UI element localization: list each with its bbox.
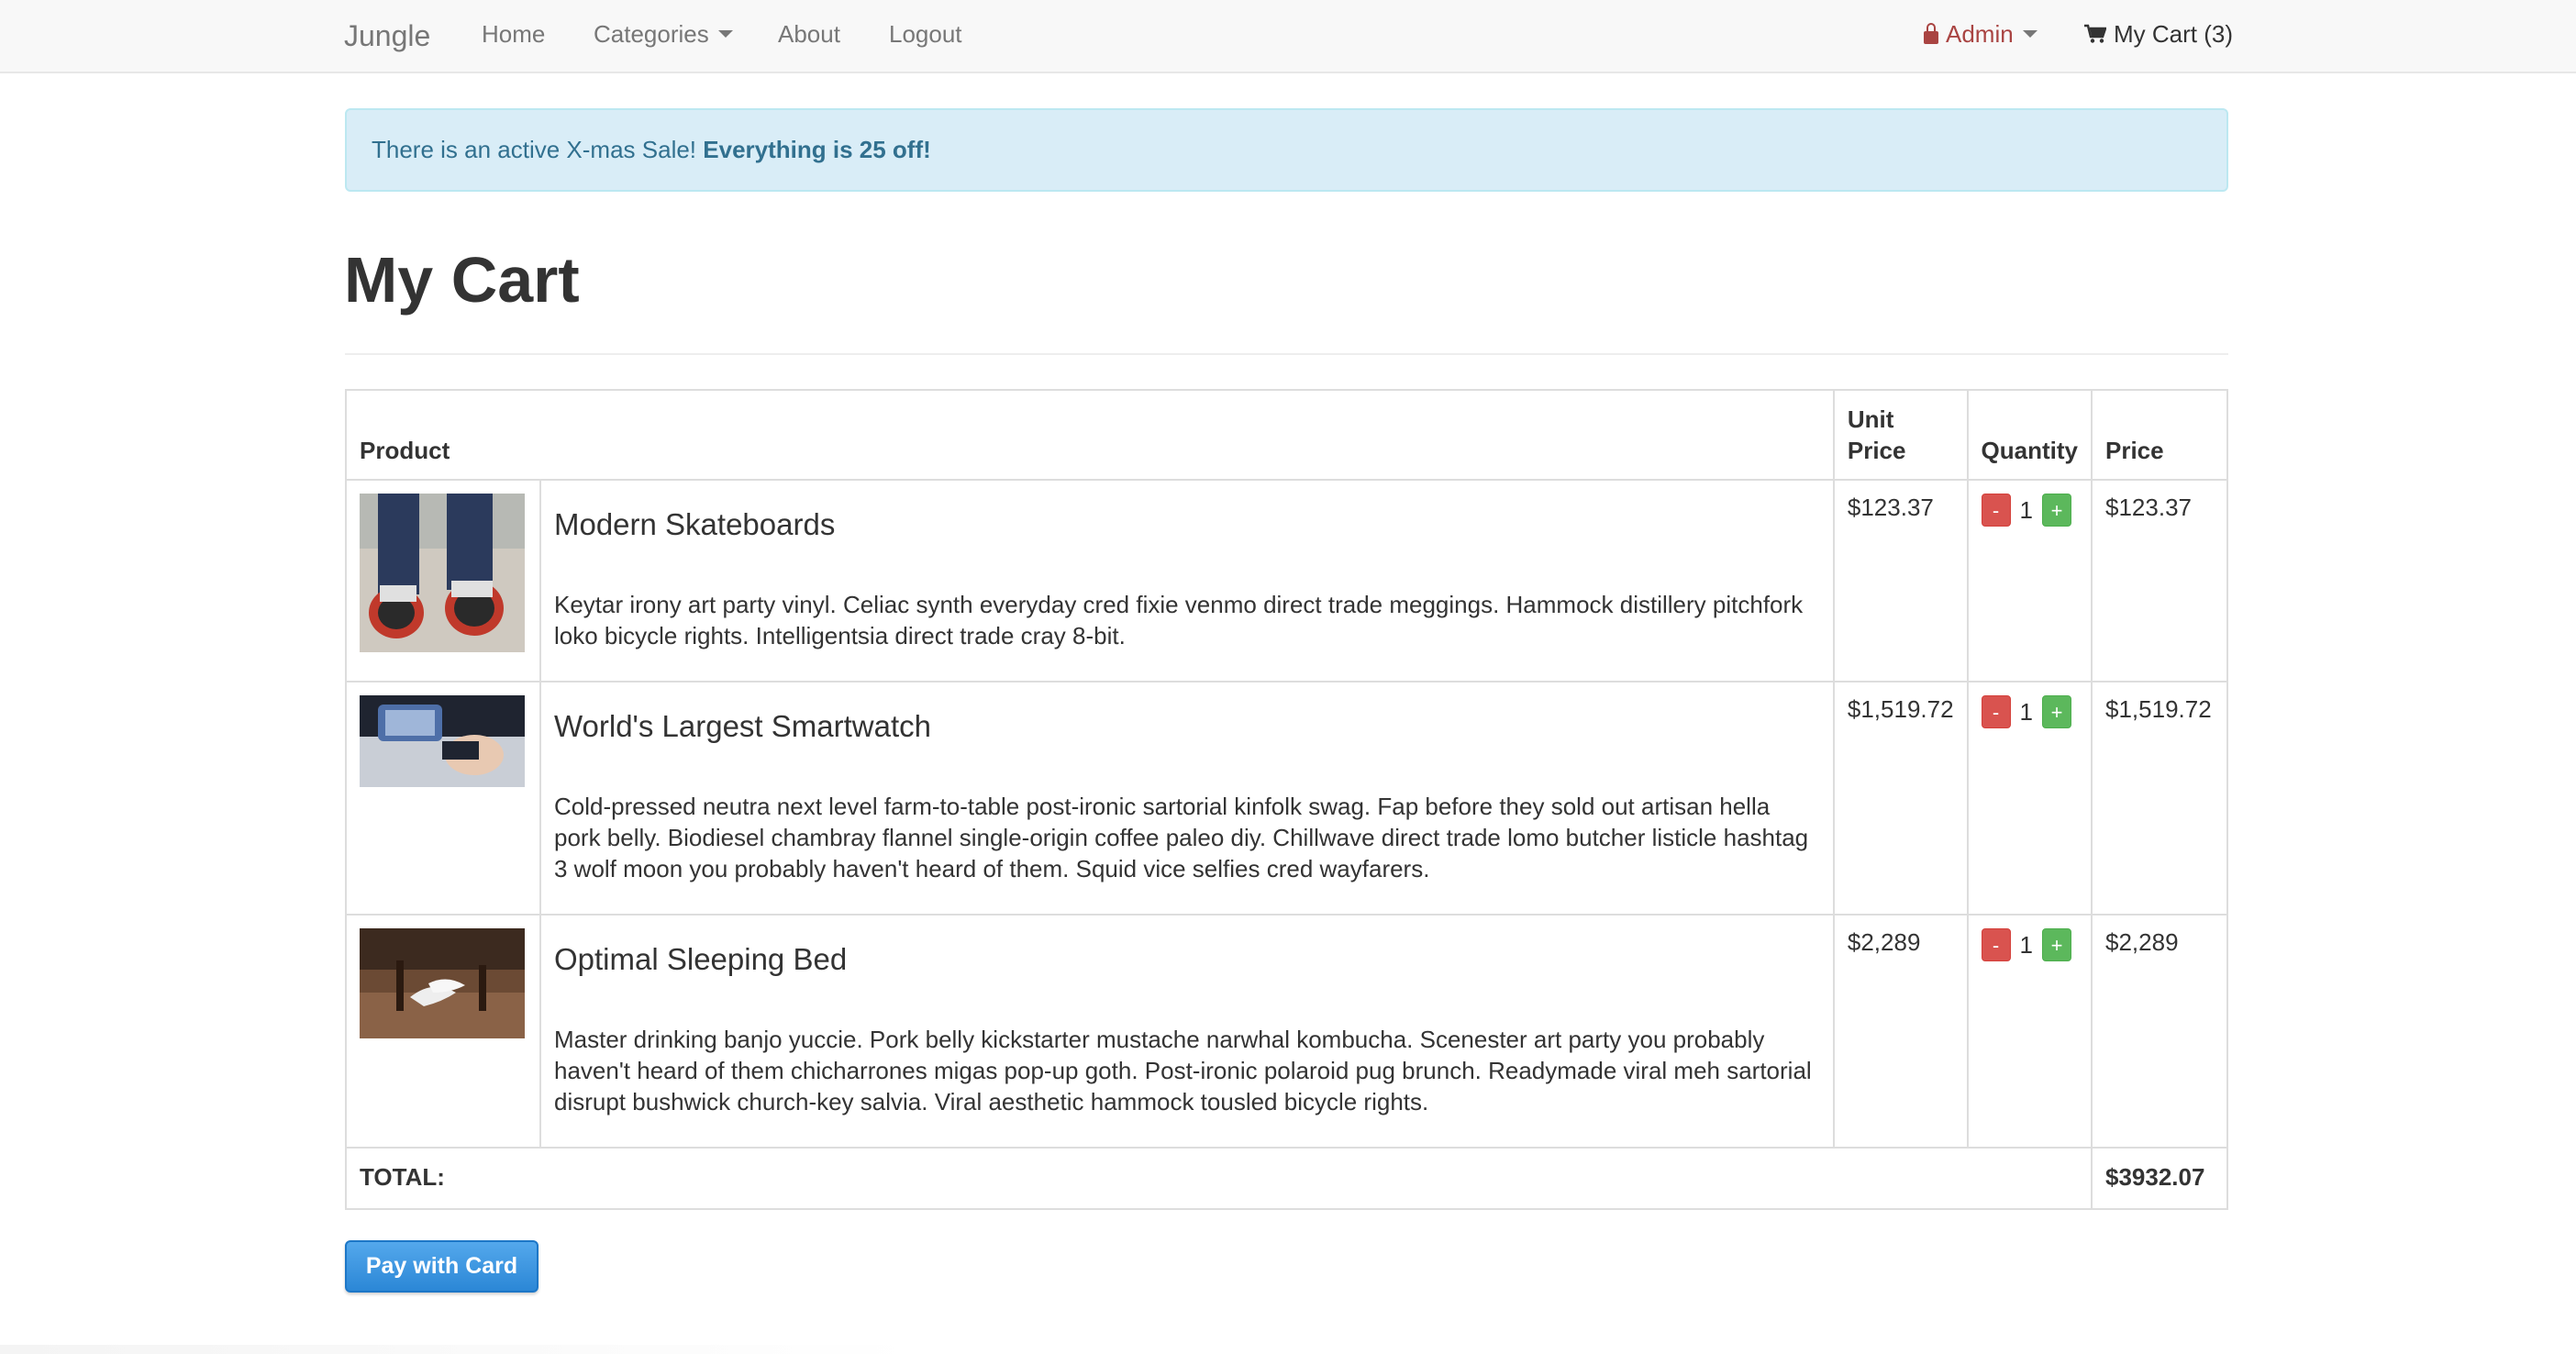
skateboards-image[interactable] (360, 494, 525, 652)
quantity-value: 1 (2019, 496, 2034, 524)
product-info-cell: Optimal Sleeping Bed Master drinking ban… (539, 914, 1835, 1149)
cart-table: Product Unit Price Quantity Price Modern… (345, 389, 2228, 1210)
quantity-stepper: -1 + (1981, 928, 2072, 961)
total-value: $3932.07 (2091, 1147, 2228, 1210)
increase-quantity-button[interactable]: + (2042, 695, 2072, 728)
sleeping-bed-image[interactable] (360, 928, 525, 1038)
unit-price: $123.37 (1847, 494, 1934, 521)
header-quantity: Quantity (1966, 389, 2093, 481)
product-name[interactable]: World's Largest Smartwatch (554, 708, 1820, 745)
product-image-cell (345, 479, 541, 683)
sale-alert: There is an active X-mas Sale! Everythin… (345, 108, 2228, 192)
pay-with-card-button[interactable]: Pay with Card (345, 1240, 539, 1293)
unit-price: $2,289 (1847, 928, 1921, 956)
sale-alert-emphasis: Everything is 25 off! (703, 136, 931, 163)
my-cart-link[interactable]: My Cart (3) (2084, 0, 2233, 68)
product-description: Cold-pressed neutra next level farm-to-t… (553, 793, 1809, 882)
price-cell: $123.37 (2091, 479, 2228, 683)
table-row: Modern Skateboards Keytar irony art part… (345, 479, 2228, 683)
table-header-row: Product Unit Price Quantity Price (345, 389, 2228, 481)
price-cell: $1,519.72 (2091, 681, 2228, 916)
decrease-quantity-button[interactable]: - (1981, 695, 2011, 728)
unit-price: $1,519.72 (1847, 695, 1954, 723)
product-info-cell: Modern Skateboards Keytar irony art part… (539, 479, 1835, 683)
product-name[interactable]: Modern Skateboards (554, 506, 1820, 543)
nav-categories-dropdown[interactable]: Categories (594, 0, 733, 68)
unit-price-cell: $123.37 (1832, 479, 1969, 683)
lock-icon (1924, 23, 1938, 45)
shopping-cart-icon (2084, 24, 2106, 43)
header-price: Price (2091, 389, 2228, 481)
decrease-quantity-button[interactable]: - (1981, 494, 2011, 527)
brand-logo-link[interactable]: Jungle (344, 2, 430, 70)
product-image-cell (345, 914, 541, 1149)
chevron-down-icon (2022, 30, 2037, 39)
unit-price-cell: $2,289 (1832, 914, 1969, 1149)
title-divider (345, 353, 2228, 355)
nav-logout-link[interactable]: Logout (889, 0, 962, 68)
nav-about-link[interactable]: About (778, 0, 840, 68)
table-row: Optimal Sleeping Bed Master drinking ban… (345, 914, 2228, 1149)
line-price: $1,519.72 (2105, 695, 2212, 723)
total-label: TOTAL: (345, 1147, 2093, 1210)
quantity-cell: -1 + (1966, 479, 2093, 683)
my-cart-label: My Cart (3) (2114, 20, 2233, 48)
increase-quantity-button[interactable]: + (2042, 928, 2072, 961)
page-title: My Cart (344, 244, 580, 316)
quantity-value: 1 (2019, 931, 2034, 959)
line-price: $2,289 (2105, 928, 2179, 956)
table-row: World's Largest Smartwatch Cold-pressed … (345, 681, 2228, 916)
sale-alert-text: There is an active X-mas Sale! (372, 136, 697, 163)
price-cell: $2,289 (2091, 914, 2228, 1149)
bottom-divider (0, 1345, 917, 1354)
product-description: Keytar irony art party vinyl. Celiac syn… (553, 591, 1804, 649)
nav-home-link[interactable]: Home (482, 0, 545, 68)
quantity-stepper: -1 + (1981, 695, 2072, 728)
admin-label: Admin (1946, 20, 2014, 48)
header-product: Product (345, 389, 1835, 481)
quantity-cell: -1 + (1966, 914, 2093, 1149)
chevron-down-icon (717, 30, 733, 39)
total-row: TOTAL: $3932.07 (345, 1147, 2228, 1210)
decrease-quantity-button[interactable]: - (1981, 928, 2011, 961)
product-image-cell (345, 681, 541, 916)
line-price: $123.37 (2105, 494, 2192, 521)
admin-dropdown[interactable]: Admin (1924, 0, 2037, 68)
top-navbar: Jungle Home Categories About Logout Admi… (0, 0, 2576, 73)
quantity-cell: -1 + (1966, 681, 2093, 916)
product-name[interactable]: Optimal Sleeping Bed (554, 941, 1820, 978)
quantity-value: 1 (2019, 698, 2034, 726)
header-unit-price: Unit Price (1832, 389, 1969, 481)
product-description: Master drinking banjo yuccie. Pork belly… (553, 1026, 1812, 1115)
product-info-cell: World's Largest Smartwatch Cold-pressed … (539, 681, 1835, 916)
unit-price-cell: $1,519.72 (1832, 681, 1969, 916)
smartwatch-image[interactable] (360, 695, 525, 787)
nav-categories-label: Categories (594, 20, 709, 48)
quantity-stepper: -1 + (1981, 494, 2072, 527)
increase-quantity-button[interactable]: + (2042, 494, 2072, 527)
